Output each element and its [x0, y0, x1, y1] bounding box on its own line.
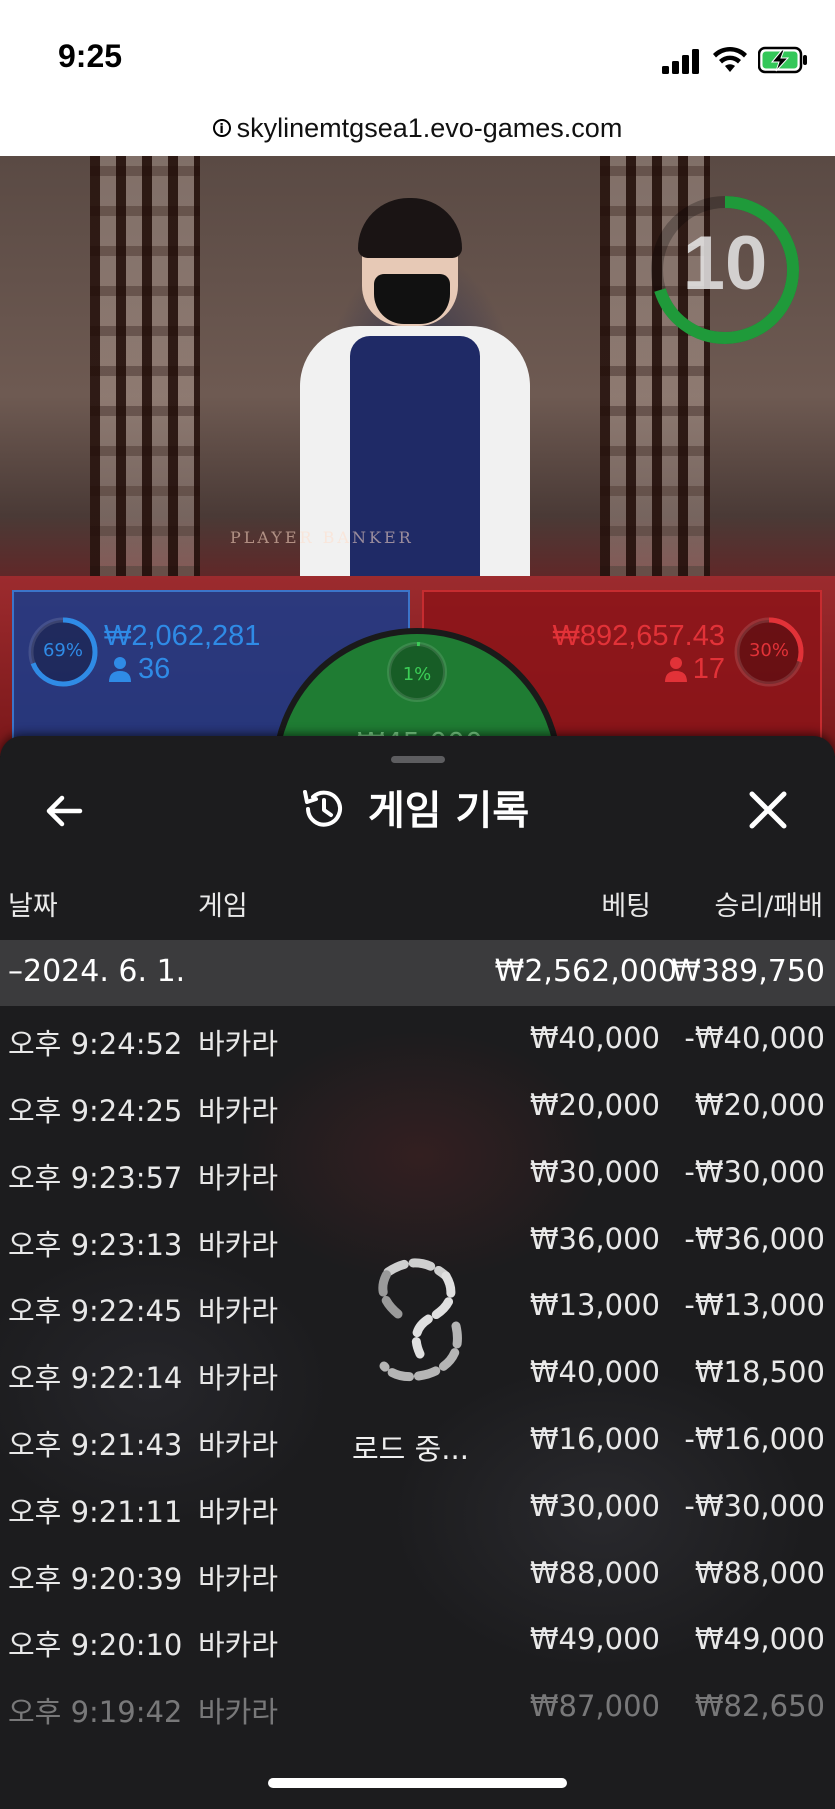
user-icon	[109, 657, 131, 682]
row-time: 오후 9:20:10	[8, 1628, 183, 1662]
url-text[interactable]: skylinemtgsea1.evo-games.com	[237, 113, 623, 144]
sheet-title: 게임 기록	[368, 788, 530, 834]
decorative-screen-left	[90, 156, 200, 576]
row-result: ₩88,000	[694, 1556, 825, 1590]
row-result: ₩82,650	[694, 1689, 825, 1723]
history-row[interactable]: 오후 9:20:10 바카라 ₩49,000 ₩49,000	[0, 1608, 835, 1674]
row-result: -₩40,000	[684, 1021, 825, 1055]
row-result: ₩18,500	[694, 1355, 825, 1389]
row-game: 바카라	[198, 1628, 279, 1662]
close-icon[interactable]	[746, 788, 790, 832]
row-game: 바카라	[198, 1094, 279, 1128]
loading-spinner-icon	[378, 1258, 462, 1382]
history-row[interactable]: 오후 9:23:57 바카라 ₩30,000 -₩30,000	[0, 1141, 835, 1207]
game-history-sheet: 게임 기록 날짜 게임 베팅 승리/패배 –2024. 6. 1. ₩2,562…	[0, 736, 835, 1809]
date-group-result-total: ₩389,750	[671, 954, 825, 989]
row-game: 바카라	[198, 1228, 279, 1262]
banker-percent: 30%	[748, 640, 789, 661]
row-bet: ₩30,000	[529, 1489, 660, 1523]
history-row[interactable]: 오후 9:20:39 바카라 ₩88,000 ₩88,000	[0, 1542, 835, 1608]
row-game: 바카라	[198, 1294, 279, 1328]
row-game: 바카라	[198, 1428, 279, 1462]
row-time: 오후 9:24:25	[8, 1094, 183, 1128]
history-row[interactable]: 오후 9:24:25 바카라 ₩20,000 ₩20,000	[0, 1074, 835, 1140]
player-percent: 69%	[42, 640, 83, 661]
banker-bettor-count: 17	[692, 653, 725, 685]
history-row[interactable]: 오후 9:19:42 바카라 ₩87,000 ₩82,650	[0, 1675, 835, 1741]
row-time: 오후 9:22:45	[8, 1294, 183, 1328]
history-row[interactable]: 오후 9:21:11 바카라 ₩30,000 -₩30,000	[0, 1475, 835, 1541]
row-result: -₩36,000	[684, 1222, 825, 1256]
history-row[interactable]: 오후 9:24:52 바카라 ₩40,000 -₩40,000	[0, 1007, 835, 1073]
loading-text: 로드 중...	[352, 1432, 469, 1466]
row-bet: ₩40,000	[529, 1021, 660, 1055]
dealer-mask	[374, 274, 450, 324]
status-bar: 9:25	[0, 0, 835, 100]
row-result: ₩49,000	[694, 1622, 825, 1656]
row-bet: ₩88,000	[529, 1556, 660, 1590]
row-game: 바카라	[198, 1027, 279, 1061]
wifi-icon	[713, 46, 747, 72]
row-time: 오후 9:19:42	[8, 1695, 183, 1729]
row-time: 오후 9:22:14	[8, 1361, 183, 1395]
column-header-result: 승리/패배	[714, 891, 823, 922]
row-bet: ₩40,000	[529, 1355, 660, 1389]
row-time: 오후 9:23:57	[8, 1161, 183, 1195]
column-header-game: 게임	[198, 891, 248, 922]
status-time: 9:25	[58, 38, 123, 74]
banker-bet-amount: ₩892,657.43	[552, 620, 725, 652]
countdown-timer: 10	[682, 221, 768, 306]
column-header-bet: 베팅	[601, 891, 651, 922]
row-result: -₩13,000	[684, 1288, 825, 1322]
sheet-grabber[interactable]	[391, 756, 445, 763]
row-game: 바카라	[198, 1695, 279, 1729]
date-group-row[interactable]: –2024. 6. 1. ₩2,562,000 ₩389,750	[0, 940, 835, 1006]
cellular-signal-icon	[662, 49, 699, 74]
row-result: -₩30,000	[684, 1155, 825, 1189]
history-icon	[303, 790, 342, 827]
row-result: ₩20,000	[694, 1088, 825, 1122]
row-game: 바카라	[198, 1161, 279, 1195]
row-time: 오후 9:21:11	[8, 1495, 183, 1529]
row-time: 오후 9:21:43	[8, 1428, 183, 1462]
row-time: 오후 9:24:52	[8, 1027, 183, 1061]
row-game: 바카라	[198, 1562, 279, 1596]
dealer-vest	[350, 336, 480, 586]
date-group-label: –2024. 6. 1.	[8, 954, 186, 989]
player-bettor-count: 36	[138, 653, 171, 685]
home-indicator	[268, 1778, 567, 1788]
player-bet-amount: ₩2,062,281	[104, 620, 261, 652]
row-result: -₩30,000	[684, 1489, 825, 1523]
row-game: 바카라	[198, 1495, 279, 1529]
row-bet: ₩20,000	[529, 1088, 660, 1122]
row-bet: ₩30,000	[529, 1155, 660, 1189]
row-bet: ₩13,000	[529, 1288, 660, 1322]
row-result: -₩16,000	[684, 1422, 825, 1456]
date-group-bet-total: ₩2,562,000	[494, 954, 677, 989]
row-time: 오후 9:23:13	[8, 1228, 183, 1262]
row-bet: ₩87,000	[529, 1689, 660, 1723]
row-bet: ₩36,000	[529, 1222, 660, 1256]
row-bet: ₩16,000	[529, 1422, 660, 1456]
tie-percent: 1%	[402, 664, 432, 685]
address-bar[interactable]: i skylinemtgsea1.evo-games.com	[0, 100, 835, 156]
row-game: 바카라	[198, 1361, 279, 1395]
row-time: 오후 9:20:39	[8, 1562, 183, 1596]
back-arrow-icon[interactable]	[40, 786, 90, 836]
column-header-date: 날짜	[8, 891, 58, 922]
dealer-hair	[358, 198, 462, 258]
user-icon	[665, 657, 687, 682]
table-label: PLAYER BANKER	[230, 528, 414, 547]
battery-charging-icon	[758, 46, 807, 74]
row-bet: ₩49,000	[529, 1622, 660, 1656]
info-icon[interactable]: i	[212, 119, 231, 137]
